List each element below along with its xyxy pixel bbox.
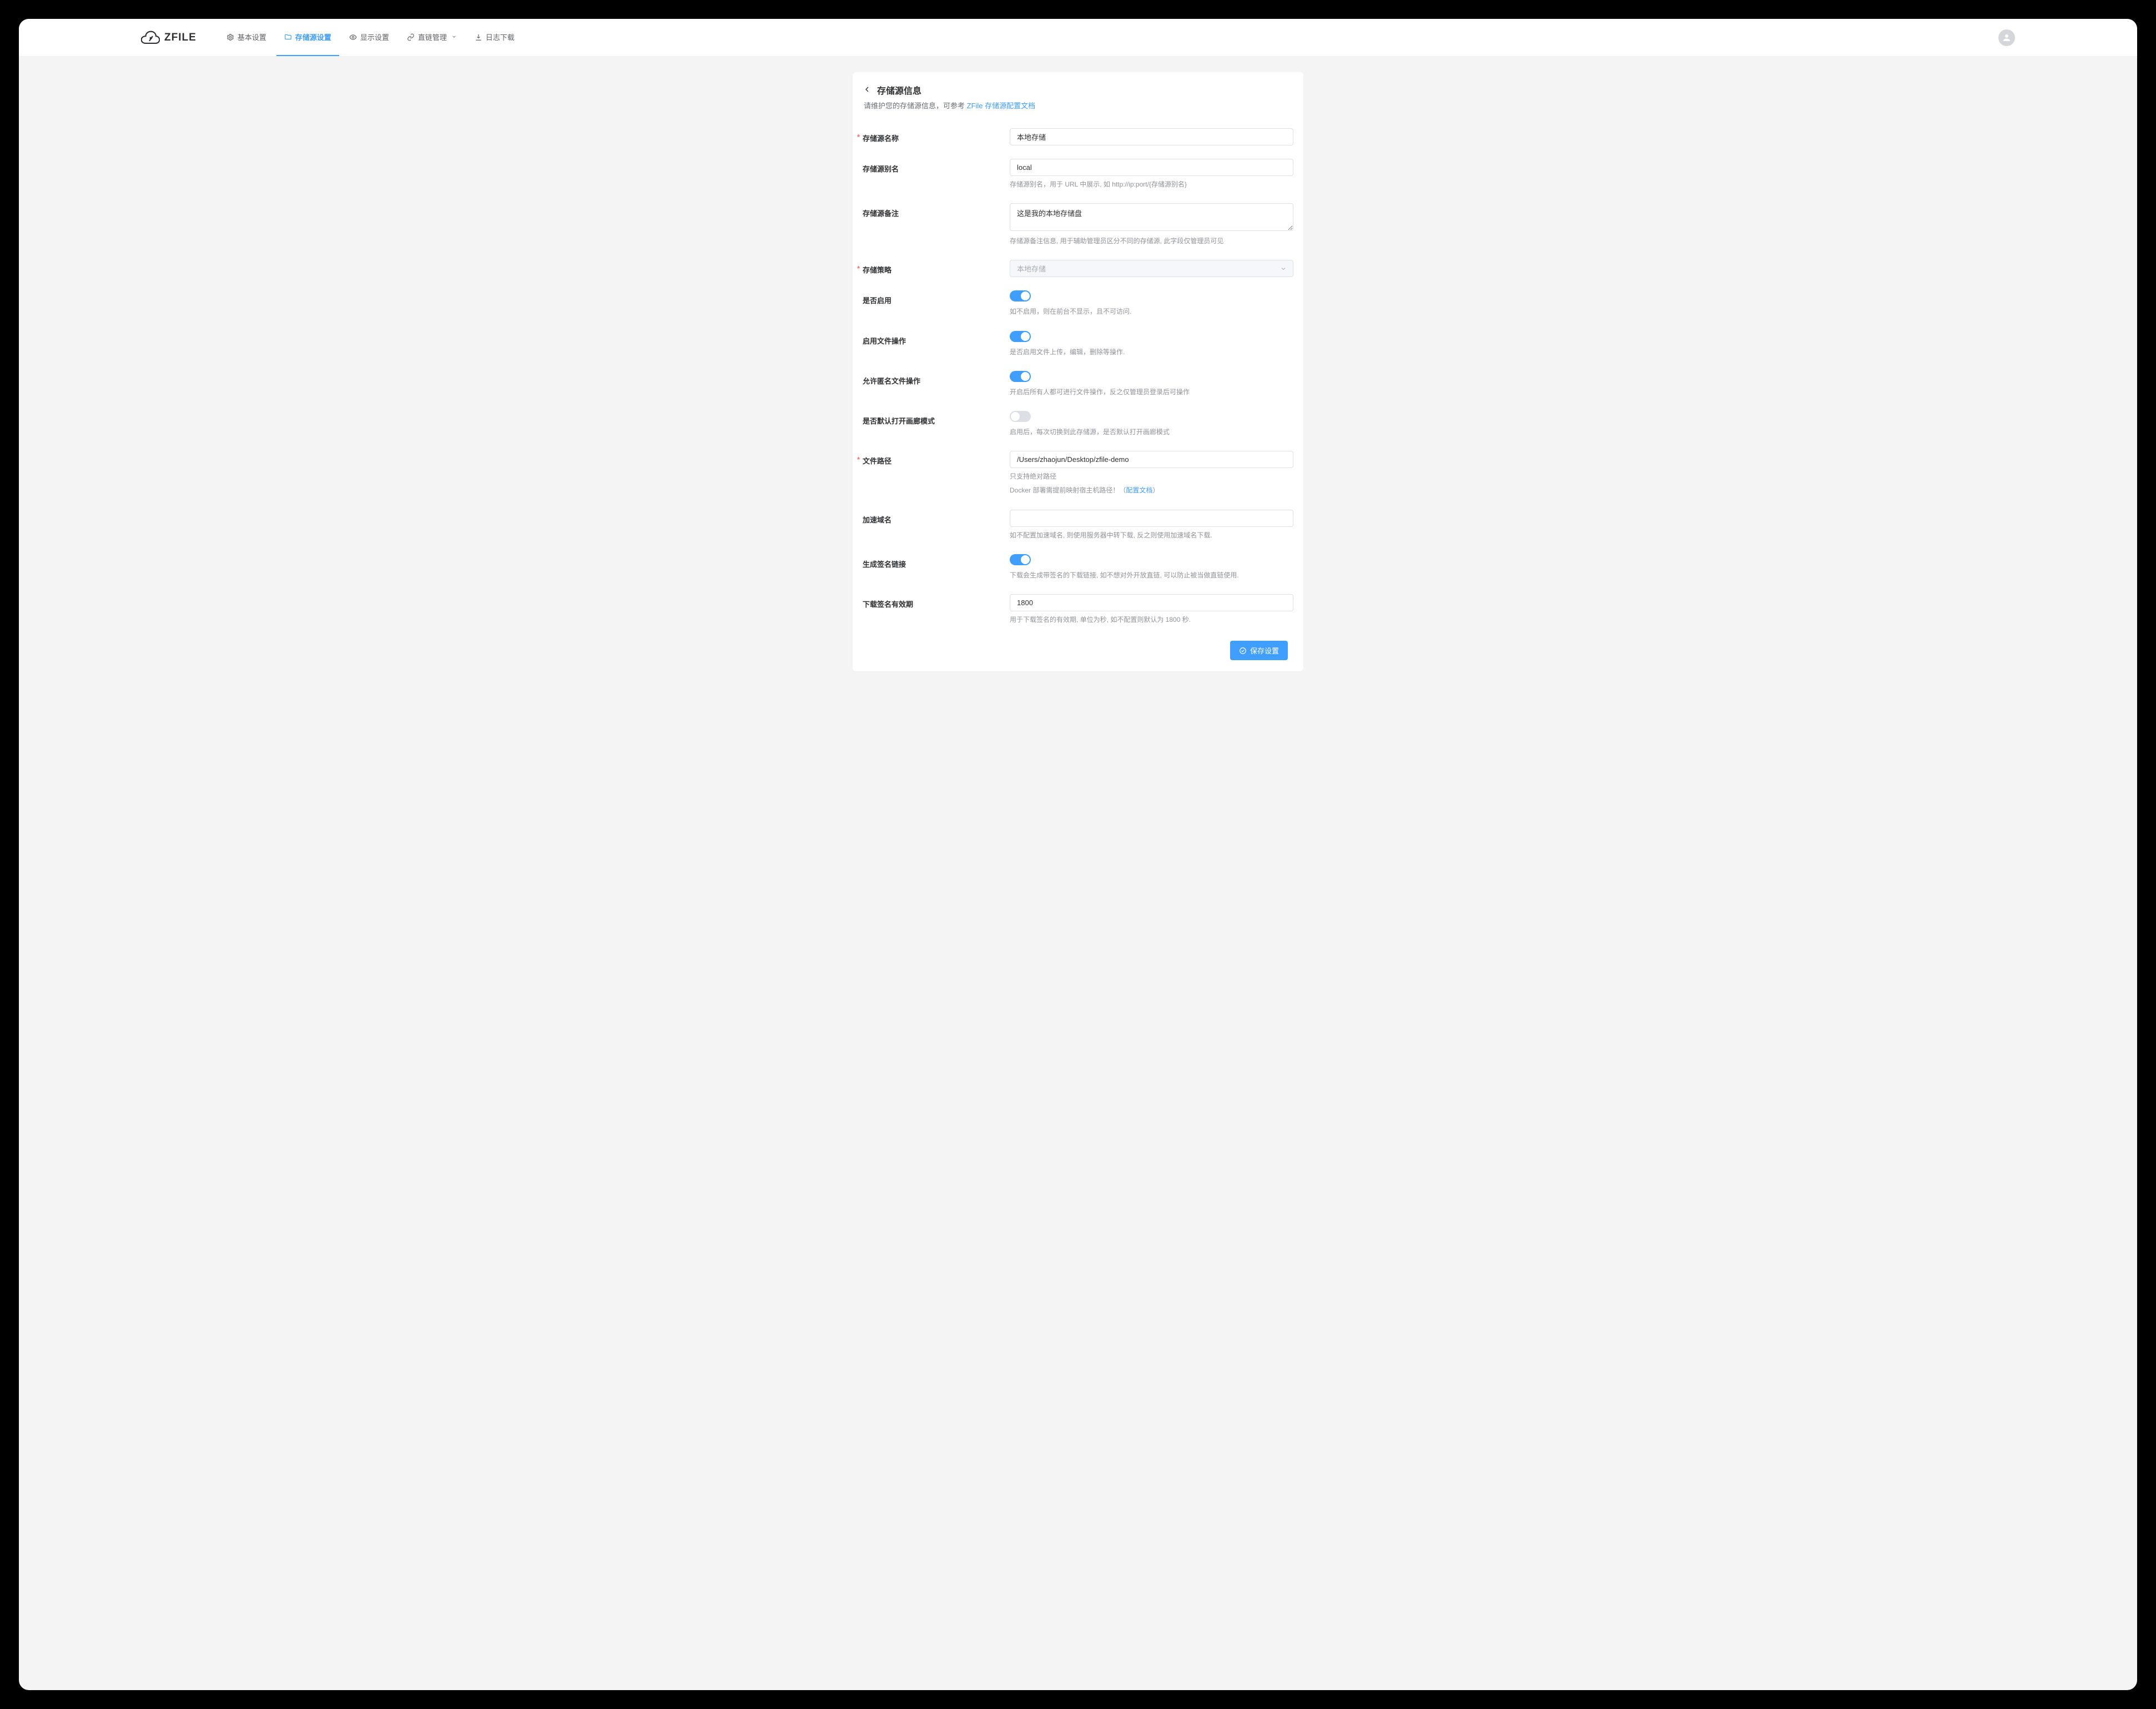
nav-direct-link[interactable]: 直链管理: [399, 19, 465, 56]
nav-basic-settings[interactable]: 基本设置: [219, 19, 274, 56]
link-icon: [407, 33, 415, 41]
label-gallery: 是否默认打开画廊模式: [863, 411, 1010, 438]
user-avatar[interactable]: [1998, 29, 2015, 46]
row-file-path: 文件路径 只支持绝对路径 Docker 部署需提前映射宿主机路径！（配置文档）: [863, 444, 1293, 502]
row-fileop: 启用文件操作 是否启用文件上传，编辑，删除等操作.: [863, 324, 1293, 364]
row-sign-expire: 下载签名有效期 用于下载签名的有效期, 单位为秒, 如不配置则默认为 1800 …: [863, 587, 1293, 632]
nav-log-download[interactable]: 日志下载: [467, 19, 522, 56]
textarea-storage-remark[interactable]: [1010, 203, 1293, 231]
row-enable: 是否启用 如不启用，则在前台不显示，且不可访问.: [863, 284, 1293, 324]
switch-anon[interactable]: [1010, 371, 1031, 382]
row-storage-strategy: 存储策略: [863, 253, 1293, 284]
help-sign-link: 下载会生成带签名的下载链接, 如不想对外开放直链, 可以防止被当做直链使用.: [1010, 570, 1293, 581]
row-accel-domain: 加速域名 如不配置加速域名, 则使用服务器中转下载, 反之则使用加速域名下载.: [863, 503, 1293, 547]
label-accel-domain: 加速域名: [863, 510, 1010, 541]
help-fileop: 是否启用文件上传，编辑，删除等操作.: [1010, 347, 1293, 358]
label-storage-strategy: 存储策略: [863, 260, 1010, 277]
input-storage-alias[interactable]: [1010, 159, 1293, 176]
download-icon: [475, 33, 482, 41]
label-storage-remark: 存储源备注: [863, 203, 1010, 247]
eye-icon: [349, 33, 357, 41]
nav-label: 存储源设置: [295, 32, 331, 42]
check-badge-icon: [1239, 647, 1247, 655]
label-anon: 允许匿名文件操作: [863, 371, 1010, 398]
input-file-path[interactable]: [1010, 451, 1293, 468]
label-file-path: 文件路径: [863, 451, 1010, 496]
help-file-path-1: 只支持绝对路径: [1010, 471, 1293, 482]
brand-text: ZFILE: [164, 32, 197, 44]
back-arrow-icon[interactable]: [863, 85, 872, 95]
row-storage-remark: 存储源备注 存储源备注信息, 用于辅助管理员区分不同的存储源, 此字段仅管理员可…: [863, 197, 1293, 253]
switch-enable[interactable]: [1010, 290, 1031, 301]
nav-label: 基本设置: [238, 32, 266, 42]
brand-logo: ZFILE: [141, 29, 197, 46]
label-fileop: 启用文件操作: [863, 331, 1010, 358]
help-text: ）: [1152, 486, 1159, 494]
row-anon: 允许匿名文件操作 开启后所有人都可进行文件操作，反之仅管理员登录后可操作: [863, 364, 1293, 404]
subtitle-text: 请维护您的存储源信息，可参考: [864, 102, 967, 110]
help-storage-remark: 存储源备注信息, 用于辅助管理员区分不同的存储源, 此字段仅管理员可见: [1010, 236, 1293, 247]
help-text: Docker 部署需提前映射宿主机路径！（: [1010, 486, 1126, 494]
label-sign-expire: 下载签名有效期: [863, 594, 1010, 625]
gear-icon: [226, 33, 234, 41]
switch-gallery[interactable]: [1010, 411, 1031, 422]
config-doc-link[interactable]: ZFile 存储源配置文档: [967, 102, 1036, 110]
label-enable: 是否启用: [863, 290, 1010, 317]
switch-sign-link[interactable]: [1010, 554, 1031, 565]
save-button-label: 保存设置: [1250, 645, 1279, 656]
nav-storage-settings[interactable]: 存储源设置: [276, 19, 339, 56]
help-accel-domain: 如不配置加速域名, 则使用服务器中转下载, 反之则使用加速域名下载.: [1010, 530, 1293, 541]
page-title: 存储源信息: [877, 83, 921, 97]
help-enable: 如不启用，则在前台不显示，且不可访问.: [1010, 306, 1293, 317]
help-storage-alias: 存储源别名，用于 URL 中展示, 如 http://ip:port/{存储源别…: [1010, 179, 1293, 190]
help-anon: 开启后所有人都可进行文件操作，反之仅管理员登录后可操作: [1010, 387, 1293, 398]
label-sign-link: 生成签名链接: [863, 554, 1010, 581]
storage-form-card: 存储源信息 请维护您的存储源信息，可参考 ZFile 存储源配置文档 存储源名称…: [853, 72, 1303, 671]
folder-icon: [284, 33, 292, 41]
nav-label: 直链管理: [418, 32, 447, 42]
select-storage-strategy: [1010, 260, 1293, 277]
row-storage-name: 存储源名称: [863, 125, 1293, 152]
row-sign-link: 生成签名链接 下载会生成带签名的下载链接, 如不想对外开放直链, 可以防止被当做…: [863, 547, 1293, 587]
help-gallery: 启用后，每次切换到此存储源，是否默认打开画廊模式: [1010, 427, 1293, 438]
nav-display-settings[interactable]: 显示设置: [341, 19, 397, 56]
row-gallery: 是否默认打开画廊模式 启用后，每次切换到此存储源，是否默认打开画廊模式: [863, 404, 1293, 444]
user-icon: [2002, 33, 2012, 43]
input-sign-expire[interactable]: [1010, 594, 1293, 611]
save-button[interactable]: 保存设置: [1230, 641, 1288, 660]
switch-fileop[interactable]: [1010, 331, 1031, 342]
input-storage-name[interactable]: [1010, 128, 1293, 145]
app-header: ZFILE 基本设置 存储源设置 显示设置 直链管理 日志下载: [19, 19, 2137, 57]
input-accel-domain[interactable]: [1010, 510, 1293, 527]
page-subtitle: 请维护您的存储源信息，可参考 ZFile 存储源配置文档: [863, 100, 1293, 110]
nav-label: 日志下载: [486, 32, 515, 42]
label-storage-name: 存储源名称: [863, 128, 1010, 145]
help-sign-expire: 用于下载签名的有效期, 单位为秒, 如不配置则默认为 1800 秒.: [1010, 615, 1293, 625]
chevron-down-icon: [451, 33, 457, 41]
row-storage-alias: 存储源别名 存储源别名，用于 URL 中展示, 如 http://ip:port…: [863, 152, 1293, 197]
chevron-down-icon: [1280, 265, 1287, 274]
docker-doc-link[interactable]: 配置文档: [1126, 486, 1152, 494]
label-storage-alias: 存储源别名: [863, 159, 1010, 190]
help-file-path-2: Docker 部署需提前映射宿主机路径！（配置文档）: [1010, 485, 1293, 496]
cloud-icon: [141, 29, 160, 46]
main-nav: 基本设置 存储源设置 显示设置 直链管理 日志下载: [219, 19, 522, 56]
nav-label: 显示设置: [360, 32, 389, 42]
